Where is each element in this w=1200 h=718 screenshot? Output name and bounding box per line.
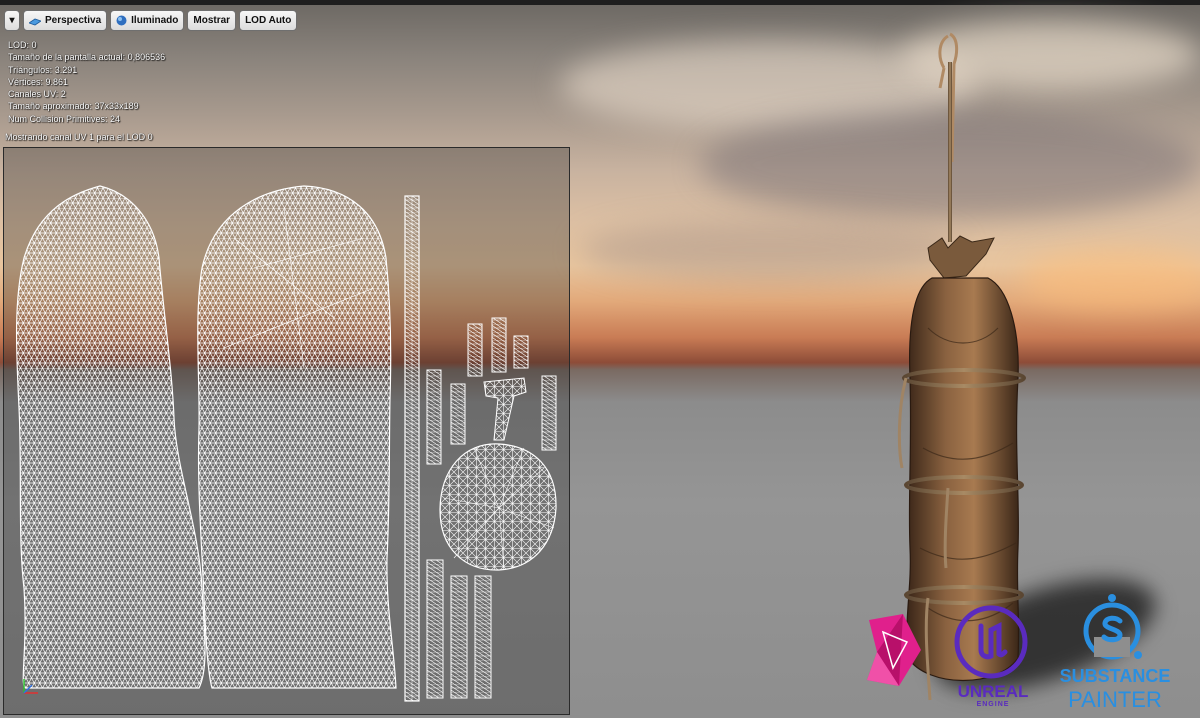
uv-island-strip [541, 375, 557, 451]
uv-island-strip [426, 369, 442, 465]
uv-island-strip [513, 335, 529, 369]
lit-sphere-icon [116, 15, 127, 26]
uv-channel-caption: Mostrando canal UV 1 para el LOD 0 [5, 132, 153, 142]
uv-island-strip [474, 575, 492, 699]
unreal-u-icon [954, 605, 1028, 679]
perspective-icon [29, 18, 41, 25]
stat-screen-size: Tamaño de la pantalla actual: 0,806536 [8, 52, 166, 63]
viewport-toolbar: ▾ Perspectiva Iluminado Mostrar LOD Auto [4, 10, 298, 32]
uv-island-strip [450, 383, 466, 445]
uv-island-strip [491, 317, 507, 373]
unreal-engine-logo: UNREAL ENGINE [943, 604, 1043, 714]
stat-vertices: Vértices: 9.861 [8, 76, 69, 87]
substance-line1: SUBSTANCE [1059, 666, 1171, 686]
uv-overlay-panel [3, 147, 570, 715]
uv-island-hook [483, 377, 527, 441]
unreal-sub: ENGINE [976, 701, 1010, 708]
lit-label: Iluminado [131, 15, 179, 26]
substance-line2: PAINTER [1068, 687, 1162, 712]
uv-island-strip [426, 559, 444, 699]
uv-island-body-left [15, 185, 206, 689]
uv-island-strip [467, 323, 483, 377]
perspective-button[interactable]: Perspectiva [23, 10, 108, 31]
stat-uv-channels: Canales UV: 2 [8, 89, 66, 100]
uv-island-strip [450, 575, 468, 699]
unreal-name: UNREAL [957, 682, 1029, 701]
uv-island-body-right [197, 185, 397, 689]
mesh-stats: LOD: 0 Tamaño de la pantalla actual: 0,8… [8, 39, 165, 125]
chevron-down-icon: ▾ [9, 15, 15, 26]
perspective-label: Perspectiva [45, 15, 102, 26]
stat-approx-size: Tamaño aproximado: 37x33x189 [8, 101, 139, 112]
stat-collision: Num Collision Primitives: 24 [8, 113, 121, 124]
stat-lod: LOD: 0 [8, 40, 37, 50]
lod-auto-button[interactable]: LOD Auto [239, 10, 298, 31]
lit-button[interactable]: Iluminado [110, 10, 185, 31]
uv-island-disc [439, 443, 557, 571]
substance-painter-logo: SUBSTANCE PAINTER [1050, 593, 1180, 715]
show-label: Mostrar [193, 15, 231, 26]
lod-label: LOD Auto [245, 15, 292, 26]
editor-top-border [0, 0, 1200, 5]
viewport-options-button[interactable]: ▾ [4, 10, 20, 31]
cloud [1020, 250, 1200, 310]
stat-triangles: Triángulos: 3.291 [8, 64, 78, 75]
pink-logo [867, 614, 921, 686]
3d-viewport[interactable]: ▾ Perspectiva Iluminado Mostrar LOD Auto… [0, 0, 1200, 718]
uv-wireframe [15, 185, 557, 702]
show-button[interactable]: Mostrar [187, 10, 237, 31]
substance-s-icon [1083, 594, 1142, 660]
